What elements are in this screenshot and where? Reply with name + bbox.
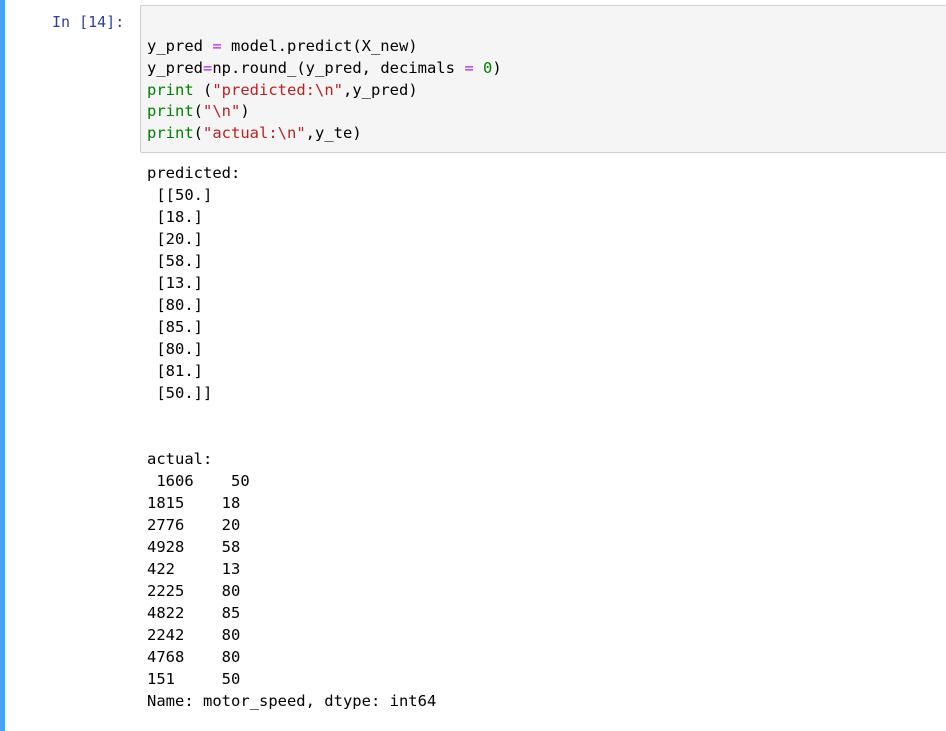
code-line: y_pred=np.round_(y_pred, decimals = 0) xyxy=(147,58,502,77)
code-line: y_pred = model.predict(X_new) xyxy=(147,37,418,55)
code-editor[interactable]: y_pred = model.predict(X_new) y_pred=np.… xyxy=(147,36,502,145)
code-line: print("actual:\n",y_te) xyxy=(147,124,362,143)
input-prompt: In [14]: xyxy=(52,13,125,31)
cell-output: predicted: [[50.] [18.] [20.] [58.] [13.… xyxy=(147,164,437,710)
code-input-area[interactable]: y_pred = model.predict(X_new) y_pred=np.… xyxy=(140,5,946,153)
code-line: print ("predicted:\n",y_pred) xyxy=(147,80,418,99)
selected-cell-indicator xyxy=(0,0,5,731)
code-line: print("\n") xyxy=(147,102,250,121)
